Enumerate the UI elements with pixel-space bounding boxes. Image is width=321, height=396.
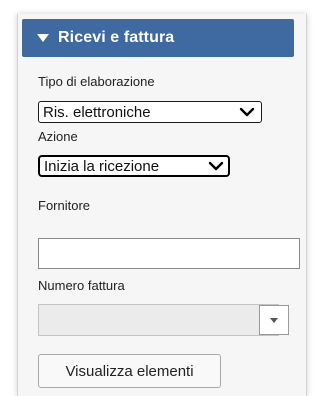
receive-invoice-panel: Ricevi e fattura Tipo di elaborazione Ri…: [17, 14, 307, 396]
processing-type-label: Tipo di elaborazione: [38, 74, 155, 89]
panel-title: Ricevi e fattura: [58, 29, 175, 46]
triangle-down-icon: [270, 317, 278, 323]
invoice-number-label: Numero fattura: [38, 278, 125, 293]
view-items-button[interactable]: Visualizza elementi: [38, 354, 221, 388]
panel-header-toggle[interactable]: Ricevi e fattura: [22, 19, 294, 57]
processing-type-select[interactable]: Ris. elettroniche: [38, 101, 262, 123]
processing-type-value: Ris. elettroniche: [43, 103, 151, 121]
action-label: Azione: [38, 129, 78, 144]
action-value: Inizia la ricezione: [44, 157, 160, 175]
invoice-number-dropdown-button[interactable]: [259, 305, 289, 335]
supplier-label: Fornitore: [38, 198, 91, 213]
invoice-number-field: [38, 304, 279, 336]
chevron-down-icon: [239, 107, 255, 117]
chevron-down-icon: [208, 161, 224, 171]
action-select[interactable]: Inizia la ricezione: [38, 155, 230, 177]
screen: Ricevi e fattura Tipo di elaborazione Ri…: [0, 0, 321, 396]
supplier-input[interactable]: [38, 238, 300, 269]
caret-down-icon: [37, 34, 49, 42]
